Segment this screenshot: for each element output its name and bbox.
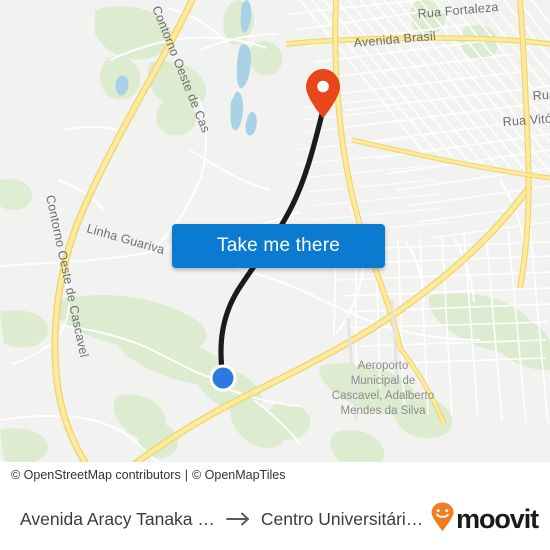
attribution-separator: | bbox=[184, 468, 188, 482]
map-attribution-bar: © OpenStreetMap contributors | © OpenMap… bbox=[0, 462, 550, 488]
svg-text:Municipal de: Municipal de bbox=[351, 375, 416, 387]
route-destination-label: Centro Universitário D... bbox=[260, 508, 431, 529]
svg-text:Cascavel, Adalberto: Cascavel, Adalberto bbox=[332, 390, 434, 402]
moovit-wordmark: moovit bbox=[456, 503, 539, 534]
svg-text:Mendes da Silva: Mendes da Silva bbox=[340, 405, 426, 417]
label-rua-right-top: Rua bbox=[532, 87, 550, 103]
route-origin-label: Avenida Aracy Tanaka Bia... bbox=[20, 508, 217, 529]
map-canvas[interactable]: Contorno Oeste de Cas Contorno Oeste de … bbox=[0, 0, 550, 488]
svg-text:Aeroporto: Aeroporto bbox=[358, 360, 409, 372]
take-me-there-button[interactable]: Take me there bbox=[172, 224, 385, 268]
moovit-logo[interactable]: moovit bbox=[430, 502, 550, 537]
route-footer-bar: Avenida Aracy Tanaka Bia... Centro Unive… bbox=[0, 488, 550, 550]
route-summary[interactable]: Avenida Aracy Tanaka Bia... Centro Unive… bbox=[0, 509, 430, 530]
attribution-osm-link[interactable]: © OpenStreetMap contributors bbox=[11, 468, 181, 482]
arrow-right-icon bbox=[225, 511, 252, 527]
moovit-pin-icon bbox=[430, 502, 455, 537]
origin-dot bbox=[212, 367, 234, 389]
attribution-maptiles-link[interactable]: © OpenMapTiles bbox=[192, 468, 286, 482]
moovit-map-screen: Contorno Oeste de Cas Contorno Oeste de … bbox=[0, 0, 550, 550]
origin-marker[interactable] bbox=[209, 364, 237, 392]
